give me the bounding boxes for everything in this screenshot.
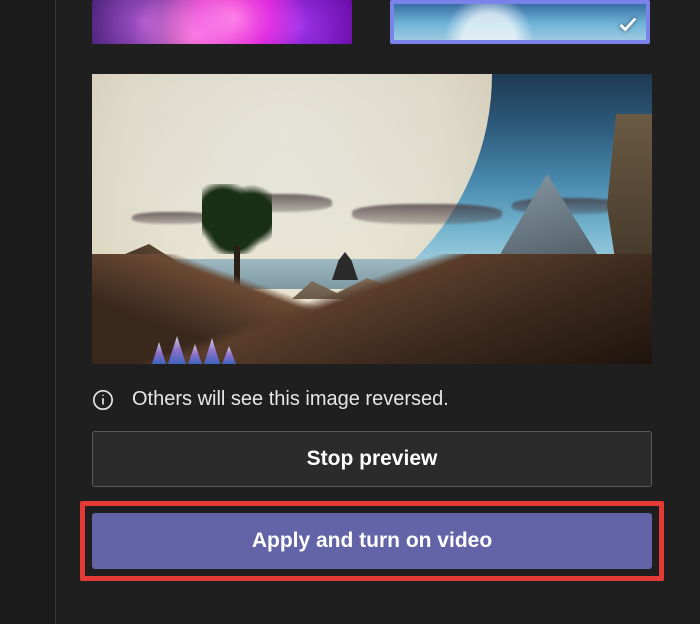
background-option-landscape[interactable] (390, 0, 650, 44)
panel-content: Others will see this image reversed. Sto… (56, 0, 700, 624)
left-rail (0, 0, 56, 624)
info-row: Others will see this image reversed. (92, 388, 664, 411)
check-icon (616, 12, 640, 36)
info-text: Others will see this image reversed. (132, 388, 449, 411)
stop-preview-label: Stop preview (307, 447, 438, 471)
apply-button[interactable]: Apply and turn on video (92, 513, 652, 569)
background-effects-panel: Others will see this image reversed. Sto… (0, 0, 700, 624)
apply-button-label: Apply and turn on video (252, 529, 492, 553)
background-preview (92, 74, 652, 364)
background-option-nebula[interactable] (92, 0, 352, 44)
stop-preview-button[interactable]: Stop preview (92, 431, 652, 487)
info-icon (92, 389, 114, 411)
instruction-highlight: Apply and turn on video (80, 501, 664, 581)
background-thumbnail-row (92, 0, 664, 44)
